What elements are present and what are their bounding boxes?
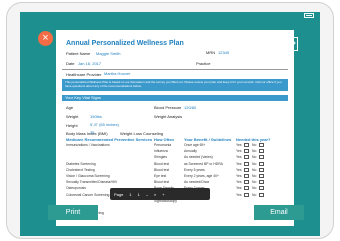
yes-checkbox[interactable] (244, 186, 249, 191)
page-label: Page (114, 191, 124, 197)
battery-icon (304, 13, 314, 18)
no-label: No (252, 174, 257, 178)
col-how-often: How Often (154, 137, 174, 142)
col-needed: Needed this year? (236, 137, 271, 142)
yes-label: Yes (236, 161, 242, 166)
how-often-cell: Eye test (154, 174, 167, 178)
page-number: 1 (129, 191, 132, 197)
mrn-label: MRN (206, 50, 216, 55)
provider-label: Healthcare Provider (66, 72, 102, 77)
bp-label: Blood Pressure (154, 105, 182, 110)
how-often-cell: Influenza (154, 149, 168, 154)
bmi-value: 25 (90, 130, 95, 135)
print-button[interactable]: Print (48, 205, 98, 220)
how-often-cell: Blood test (154, 167, 170, 172)
yes-checkbox[interactable] (244, 161, 249, 166)
benefit-cell: Every 2 years, age 40+ (184, 174, 219, 178)
age-label: Age (66, 105, 74, 110)
benefit-cell: As needed (Varies) (184, 155, 213, 160)
zoom-out-button[interactable]: – (146, 192, 148, 197)
no-label: No (252, 143, 257, 147)
no-label: No (252, 167, 257, 172)
no-checkbox[interactable] (259, 167, 264, 172)
no-checkbox[interactable] (259, 155, 264, 160)
weight-counseling-label: Weight Loss Counseling (120, 131, 164, 136)
practice-label: Practice (196, 61, 211, 66)
zoom-in-button[interactable]: + (162, 192, 164, 197)
how-often-cell: Blood test (154, 180, 170, 185)
no-checkbox[interactable] (259, 186, 264, 191)
no-label: No (252, 186, 257, 191)
no-label: No (252, 161, 257, 166)
service-cell: Osteoporosis (66, 186, 86, 191)
benefit-cell: Every 5 years (184, 167, 205, 172)
how-often-cell: Shingles (154, 155, 168, 160)
no-label: No (252, 180, 257, 185)
yes-label: Yes (236, 192, 242, 197)
yes-label: Yes (236, 143, 242, 147)
yes-checkbox[interactable] (244, 180, 249, 185)
no-checkbox[interactable] (259, 149, 264, 154)
benefit-cell: as Screened BP or HDRA (184, 161, 223, 166)
close-icon: × (42, 32, 49, 44)
col-benefit: Your Benefit / Guidelines (184, 137, 232, 142)
service-cell: Cholesterol Testing (66, 167, 95, 172)
benefit-cell: Once age 65+ (184, 143, 206, 147)
divider (62, 69, 288, 70)
height-label: Height (66, 123, 78, 128)
email-button[interactable]: Email (254, 205, 304, 220)
yes-label: Yes (236, 149, 242, 154)
yes-checkbox[interactable] (244, 149, 249, 154)
how-often-cell: Pneumonia (154, 143, 172, 147)
yes-checkbox[interactable] (244, 143, 249, 147)
mrn-value: 12345 (218, 50, 230, 55)
no-label: No (252, 192, 257, 197)
yes-checkbox[interactable] (244, 155, 249, 160)
weight-value: 150lbs (90, 114, 102, 119)
how-often-cell: Blood test (154, 161, 170, 166)
service-cell: Immunizations / Vaccinations (66, 143, 110, 147)
vitals-band: Your Key Vital Signs (62, 95, 288, 101)
service-cell: Colorectal Cancer Screening (66, 192, 110, 197)
weight-label: Weight (66, 114, 79, 119)
yes-checkbox[interactable] (244, 174, 249, 178)
no-checkbox[interactable] (259, 192, 264, 197)
service-cell: Diabetes Screening (66, 161, 96, 166)
provider-value: Martha Hoover (104, 71, 131, 76)
no-checkbox[interactable] (259, 161, 264, 166)
benefit-cell: Annually (184, 149, 198, 154)
yes-label: Yes (236, 180, 242, 185)
close-button[interactable]: × (38, 31, 53, 46)
date-label: Date (66, 61, 75, 66)
no-label: No (252, 149, 257, 154)
intro-band: This personalized Wellness Plan is based… (62, 79, 288, 91)
no-checkbox[interactable] (259, 180, 264, 185)
service-cell: Vision / Glaucoma Screening (66, 174, 110, 178)
patient-name-label: Patient Name (66, 51, 91, 56)
yes-checkbox[interactable] (244, 167, 249, 172)
yes-label: Yes (236, 155, 242, 160)
date-value: Jan 18, 2017 (78, 61, 102, 66)
yes-label: Yes (236, 186, 242, 191)
document-title: Annual Personalized Wellness Plan (66, 40, 184, 47)
yes-checkbox[interactable] (244, 192, 249, 197)
pdf-toolbar: Page 1 1 – ⌕ + (110, 188, 210, 200)
bmi-label: Body Mass Index (BMI) (66, 131, 108, 136)
no-label: No (252, 155, 257, 160)
no-checkbox[interactable] (259, 174, 264, 178)
yes-label: Yes (236, 167, 242, 172)
yes-label: Yes (236, 174, 242, 178)
height-value: 5'-5" (65 inches) (90, 122, 119, 127)
patient-name: Maggie Smith (96, 51, 121, 56)
search-icon[interactable]: ⌕ (154, 192, 156, 197)
status-bar (20, 12, 320, 20)
no-checkbox[interactable] (259, 143, 264, 147)
benefit-cell: As needed/Once (184, 180, 210, 185)
page-total: 1 (137, 191, 140, 197)
col-services: Medicare Recommended Preventive Services (66, 137, 153, 142)
service-cell: Sexually Transmitted Disease/HIV (66, 180, 118, 185)
weight-analysis-label: Weight Analysis (154, 114, 183, 119)
bp-value: 120/80 (184, 105, 197, 110)
